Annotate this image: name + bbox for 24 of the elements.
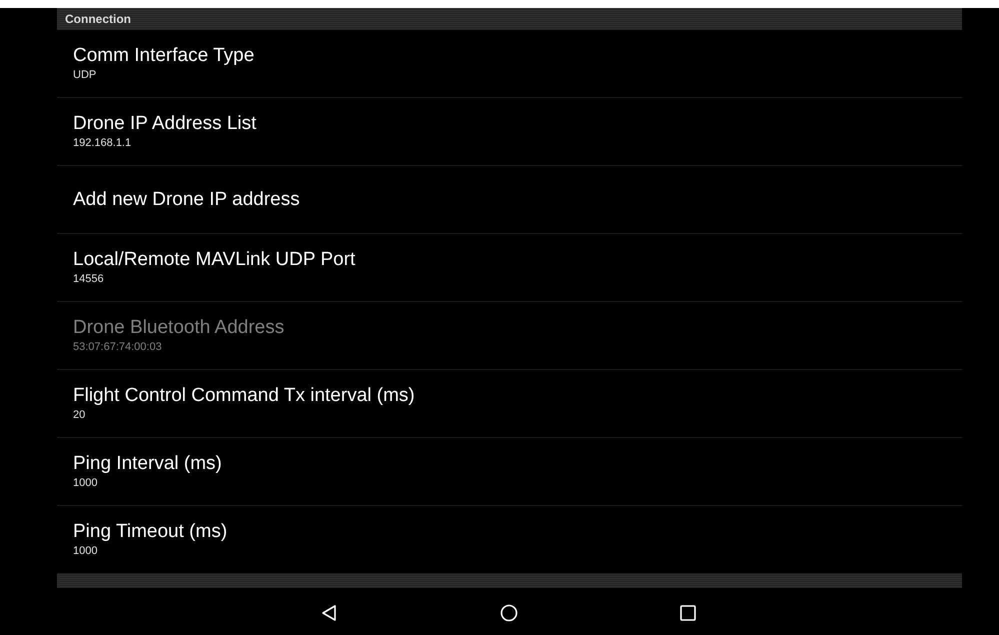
preference-item[interactable]: Add new Drone IP address: [57, 166, 962, 234]
preference-summary: 53:07:67:74:00:03: [73, 340, 163, 355]
preference-item[interactable]: Ping Interval (ms) 1000: [57, 438, 962, 506]
preference-title: Ping Interval (ms): [73, 452, 223, 476]
preference-item[interactable]: Comm Interface Type UDP: [57, 30, 962, 98]
preference-item[interactable]: Local/Remote MAVLink UDP Port 14556: [57, 234, 962, 302]
preference-item[interactable]: Flight Control Command Tx interval (ms) 20: [57, 370, 962, 438]
preference-summary: 14556: [73, 272, 105, 287]
preference-title: Drone Bluetooth Address: [73, 316, 286, 340]
preference-summary: 192.168.1.1: [73, 136, 132, 151]
preference-summary: 20: [73, 408, 86, 423]
recents-icon[interactable]: [678, 602, 698, 622]
preference-title: Comm Interface Type: [73, 44, 256, 68]
home-icon[interactable]: [499, 602, 519, 622]
preference-title: Local/Remote MAVLink UDP Port: [73, 248, 356, 272]
preference-item[interactable]: Drone IP Address List 192.168.1.1: [57, 98, 962, 166]
section-header: Connection: [57, 8, 962, 30]
preference-title: Drone IP Address List: [73, 112, 258, 136]
preference-title: Ping Timeout (ms): [73, 520, 228, 544]
preference-title: Add new Drone IP address: [73, 188, 301, 212]
preference-summary: 1000: [73, 544, 98, 559]
preference-summary: UDP: [73, 68, 98, 83]
preference-summary: 1000: [73, 476, 98, 491]
preference-title: Flight Control Command Tx interval (ms): [73, 384, 416, 408]
